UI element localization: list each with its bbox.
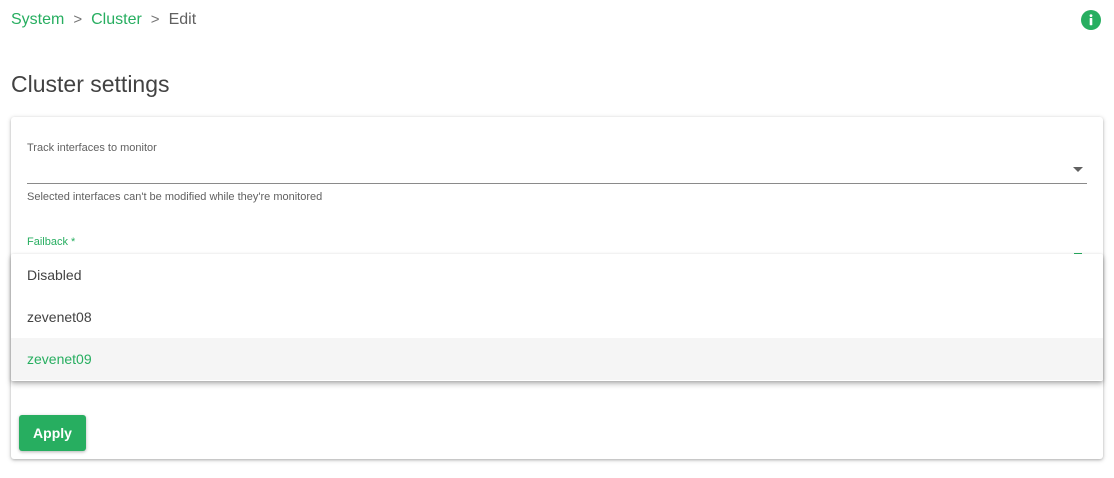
info-icon[interactable] — [1081, 10, 1101, 30]
failback-label: Failback * — [27, 236, 76, 248]
track-interfaces-underline — [27, 183, 1087, 184]
page-title: Cluster settings — [11, 71, 170, 97]
breadcrumb-system[interactable]: System — [11, 10, 64, 30]
breadcrumb-current: Edit — [168, 11, 197, 28]
breadcrumb-separator: > — [73, 11, 83, 28]
info-icon-glyph — [1089, 14, 1093, 26]
track-interfaces-label: Track interfaces to monitor — [27, 142, 157, 154]
failback-dropdown-menu: Disabled zevenet08 zevenet09 — [11, 254, 1103, 381]
failback-option-zevenet09[interactable]: zevenet09 — [11, 338, 1103, 380]
failback-option-zevenet08[interactable]: zevenet08 — [11, 296, 1103, 338]
breadcrumb: System > Cluster > Edit — [11, 10, 196, 30]
track-interfaces-helper: Selected interfaces can't be modified wh… — [27, 191, 323, 203]
track-interfaces-select[interactable] — [27, 155, 1087, 183]
breadcrumb-separator: > — [150, 11, 160, 28]
chevron-down-icon[interactable] — [1073, 167, 1083, 172]
apply-button[interactable]: Apply — [19, 415, 86, 451]
breadcrumb-cluster[interactable]: Cluster — [91, 10, 142, 30]
failback-option-disabled[interactable]: Disabled — [11, 254, 1103, 296]
